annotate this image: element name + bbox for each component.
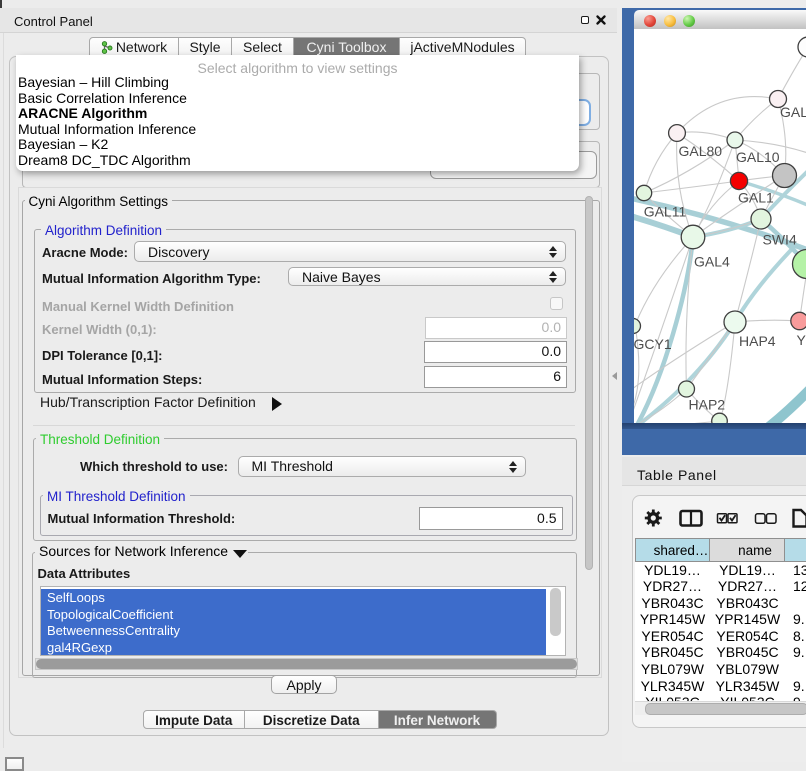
svg-text:GCY1: GCY1 xyxy=(634,336,672,352)
svg-text:GAL4: GAL4 xyxy=(694,254,730,270)
svg-text:GAL: GAL xyxy=(780,104,806,120)
svg-text:SWI4: SWI4 xyxy=(763,232,797,248)
svg-text:HAP4: HAP4 xyxy=(739,333,776,349)
svg-text:GAL11: GAL11 xyxy=(644,204,687,220)
svg-text:Y: Y xyxy=(797,332,806,348)
svg-text:HAP2: HAP2 xyxy=(689,397,726,413)
svg-text:GAL1: GAL1 xyxy=(738,190,774,206)
svg-text:GAL10: GAL10 xyxy=(736,149,780,165)
svg-text:GAL80: GAL80 xyxy=(679,143,723,159)
